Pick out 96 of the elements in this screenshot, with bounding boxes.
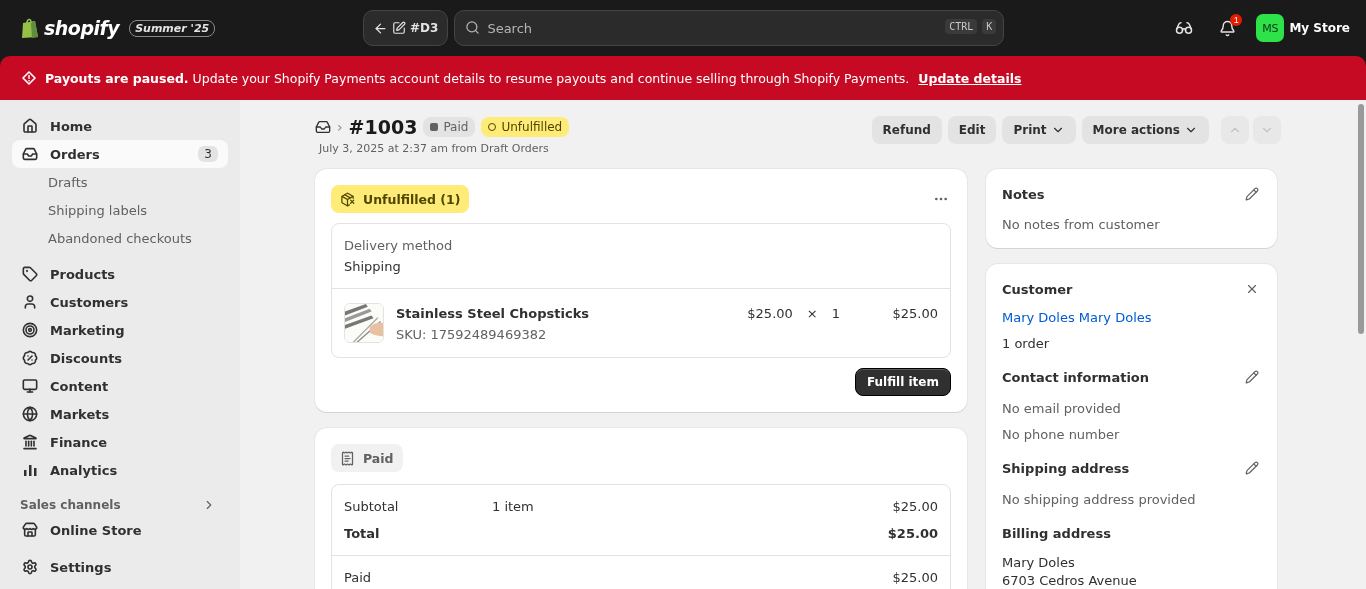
inbox-icon bbox=[22, 146, 38, 162]
nav-subitem[interactable]: Abandoned checkouts bbox=[12, 224, 228, 252]
times-sign: × bbox=[806, 306, 818, 321]
section-title: Billing address bbox=[1002, 525, 1111, 541]
line-total: $25.00 bbox=[891, 306, 938, 321]
summary-amount: $25.00 bbox=[887, 526, 938, 541]
nav-item[interactable]: Markets bbox=[12, 400, 228, 428]
action-button[interactable]: Refund bbox=[871, 116, 942, 144]
settings-nav-item[interactable]: Settings bbox=[12, 553, 228, 581]
nav-item[interactable]: Analytics bbox=[12, 456, 228, 484]
pencil-icon bbox=[1245, 461, 1259, 475]
card-title: Customer bbox=[1002, 281, 1073, 297]
nav-item[interactable]: Orders 3 bbox=[12, 140, 228, 168]
product-sku: SKU: 17592489469382 bbox=[396, 327, 548, 342]
order-number: #1003 bbox=[348, 116, 418, 138]
unit-price: $25.00 bbox=[747, 306, 793, 321]
notifications-button[interactable]: 1 bbox=[1213, 13, 1243, 43]
search-icon bbox=[465, 20, 481, 35]
nav-item[interactable]: Content bbox=[12, 372, 228, 400]
order-count: 3 bbox=[198, 146, 218, 162]
address-line: 6703 Cedros Avenue bbox=[1002, 573, 1138, 588]
orders-icon[interactable] bbox=[315, 119, 331, 135]
status-badge: Unfulfilled bbox=[481, 117, 570, 137]
draft-icon bbox=[392, 21, 406, 35]
card-title: Notes bbox=[1002, 186, 1045, 202]
package-icon bbox=[340, 191, 355, 207]
update-details-link[interactable]: Update details bbox=[918, 70, 1022, 86]
order-count-text: 1 order bbox=[1002, 336, 1051, 351]
nav-item[interactable]: Marketing bbox=[12, 316, 228, 344]
nav-item[interactable]: Online Store bbox=[12, 516, 228, 544]
glasses-icon bbox=[1175, 19, 1194, 37]
summary-label: Total bbox=[344, 526, 381, 541]
info-text: No email provided bbox=[1002, 401, 1122, 416]
summary-label: Subtotal bbox=[344, 499, 400, 514]
address-line: Mary Doles bbox=[1002, 555, 1076, 570]
breadcrumb-separator: › bbox=[337, 119, 343, 135]
storefront-icon bbox=[22, 522, 38, 538]
nav-item[interactable]: Products bbox=[12, 260, 228, 288]
home-icon bbox=[22, 118, 38, 134]
banner-message: Payouts are paused. Update your Shopify Payments account details to resume payouts and continue selling through Shopify Payments. bbox=[45, 70, 910, 86]
nav-subitem[interactable]: Drafts bbox=[12, 168, 228, 196]
logo-bag-icon bbox=[20, 17, 40, 39]
settings-icon bbox=[22, 559, 38, 575]
person-icon bbox=[22, 294, 38, 310]
fulfill-item-button[interactable]: Fulfill item bbox=[854, 368, 951, 396]
notification-count: 1 bbox=[1230, 13, 1243, 26]
bell-icon bbox=[1219, 19, 1237, 37]
summary-detail: 1 item bbox=[492, 499, 535, 514]
nav-item[interactable]: Customers bbox=[12, 288, 228, 316]
payment-status: Paid bbox=[331, 444, 403, 472]
receipt-icon bbox=[340, 450, 355, 466]
nav-item[interactable]: Discounts bbox=[12, 344, 228, 372]
notes-text: No notes from customer bbox=[1002, 217, 1160, 232]
summary-label: Paid bbox=[344, 570, 373, 585]
alert-icon bbox=[22, 71, 36, 85]
bar-chart-icon bbox=[22, 462, 38, 478]
store-avatar: MS bbox=[1256, 14, 1285, 42]
store-menu[interactable]: MS My Store bbox=[1256, 14, 1350, 42]
section-heading: Sales channels bbox=[20, 498, 121, 512]
edition-badge: Summer '25 bbox=[129, 19, 216, 37]
nav-item[interactable]: Finance bbox=[12, 428, 228, 456]
monitor-icon bbox=[22, 378, 38, 394]
close-icon bbox=[1245, 282, 1259, 296]
info-text: No phone number bbox=[1002, 427, 1121, 442]
action-button[interactable]: Edit bbox=[947, 116, 997, 144]
order-date: July 3, 2025 at 2:37 am from Draft Orders bbox=[317, 142, 550, 155]
nav-item[interactable]: Home bbox=[12, 112, 228, 140]
quantity: 1 bbox=[831, 306, 840, 321]
shortcut-key: K bbox=[982, 19, 997, 34]
product-name: Stainless Steel Chopsticks bbox=[396, 306, 591, 321]
percent-badge-icon bbox=[22, 350, 38, 366]
nav-subitem[interactable]: Shipping labels bbox=[12, 196, 228, 224]
delivery-value: Shipping bbox=[344, 259, 402, 274]
brand-name: shopify bbox=[44, 17, 120, 39]
shortcut-key: CTRL bbox=[945, 19, 978, 34]
action-button[interactable]: More actions bbox=[1081, 116, 1209, 144]
bank-icon bbox=[22, 434, 38, 450]
customer-name-link[interactable]: Mary Doles Mary Doles bbox=[1002, 310, 1261, 325]
section-title: Contact information bbox=[1002, 369, 1150, 385]
action-button[interactable]: Print bbox=[1002, 116, 1076, 144]
back-button[interactable]: #D3 bbox=[363, 10, 449, 46]
target-icon bbox=[22, 322, 38, 338]
pencil-icon bbox=[1245, 370, 1259, 384]
edit-button[interactable] bbox=[1243, 185, 1261, 203]
edit-button[interactable] bbox=[1243, 459, 1261, 477]
fulfillment-status: Unfulfilled (1) bbox=[331, 185, 470, 213]
delivery-label: Delivery method bbox=[344, 238, 454, 253]
summary-amount: $25.00 bbox=[892, 499, 938, 514]
summary-amount: $25.00 bbox=[892, 570, 938, 585]
edit-button[interactable] bbox=[1243, 368, 1261, 386]
section-title: Shipping address bbox=[1002, 460, 1130, 476]
status-badge: Paid bbox=[423, 117, 476, 137]
info-text: No shipping address provided bbox=[1002, 492, 1197, 507]
pencil-icon bbox=[1245, 187, 1259, 201]
globe-icon bbox=[22, 406, 38, 422]
tag-icon bbox=[22, 266, 38, 282]
